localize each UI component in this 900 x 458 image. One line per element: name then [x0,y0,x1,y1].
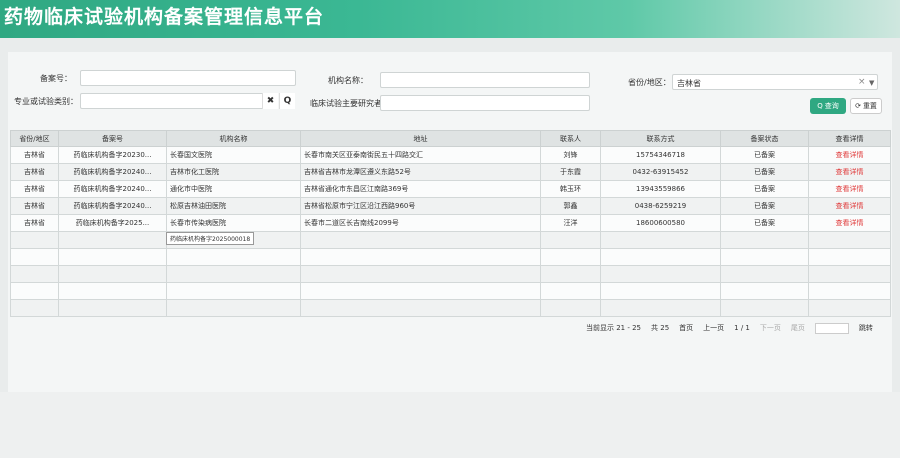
results-table: 省份/地区 备案号 机构名称 地址 联系人 联系方式 备案状态 查看详情 吉林省… [10,130,891,317]
reset-button[interactable]: ⟳ 重置 [850,98,882,114]
pager-jump-button[interactable]: 跳转 [859,323,873,333]
specialty-label: 专业或试验类别： [14,97,78,106]
cell-phone: 18600600580 [600,214,721,232]
cell-address: 长春市南关区亚泰南街民五十四路交汇 [300,146,541,164]
cell-phone: 0432-63915452 [600,163,721,181]
cell-org-name: 长春国文医院 [166,146,301,164]
cell-record-no: 药临床机构备字20230... [58,146,167,164]
region-select[interactable]: 吉林省 [672,74,878,90]
cell-address: 吉林省松原市宁江区沿江西路960号 [300,197,541,215]
clear-icon[interactable]: ✖ [262,93,278,109]
page-title: 药物临床试验机构备案管理信息平台 [4,6,325,28]
pager-next-button[interactable]: 下一页 [760,323,781,333]
table-row[interactable]: 吉林省 药临床机构备字20240... 通化市中医院 吉林省通化市东昌区江南路3… [10,180,891,198]
cell-status: 已备案 [720,214,809,232]
cell-status: 已备案 [720,180,809,198]
specialty-input[interactable] [80,93,264,109]
refresh-icon: ⟳ [855,102,861,110]
table-row[interactable]: 吉林省 药临床机构备字20240... 吉林市化工医院 吉林省吉林市龙潭区遵义东… [10,163,891,181]
empty-row [10,248,891,266]
cell-address: 长春市二道区长吉南线2099号 [300,214,541,232]
table-row[interactable]: 吉林省 药临床机构备字20230... 长春国文医院 长春市南关区亚泰南街民五十… [10,146,891,164]
pager-total: 共 25 [651,324,670,332]
col-header-org-name[interactable]: 机构名称 [166,130,301,147]
table-row[interactable]: 吉林省 药临床机构备字2025... 长春市传染病医院 长春市二道区长吉南线20… [10,214,891,232]
org-name-input[interactable] [380,72,590,88]
org-name-label: 机构名称： [328,76,368,85]
cell-contact: 汪洋 [540,214,601,232]
col-header-record-no[interactable]: 备案号 [58,130,167,147]
cell-org-name: 松原吉林油田医院 [166,197,301,215]
pager-prev-button[interactable]: 上一页 [703,323,724,333]
pager-last-button[interactable]: 尾页 [791,323,805,333]
cell-region: 吉林省 [10,180,59,198]
cell-address: 吉林省吉林市龙潭区遵义东路52号 [300,163,541,181]
region-clear-icon[interactable]: × [858,77,866,87]
table-row[interactable]: 吉林省 药临床机构备字20240... 松原吉林油田医院 吉林省松原市宁江区沿江… [10,197,891,215]
cell-status: 已备案 [720,197,809,215]
pagination: 当前显示 21 - 25 共 25 首页 上一页 1 / 1 下一页 尾页 跳转 [586,322,873,334]
col-header-address[interactable]: 地址 [300,130,541,147]
record-no-tooltip: 药临床机构备字2025000018 [166,232,255,245]
pager-jump-input[interactable] [814,322,849,334]
cell-contact: 于东霞 [540,163,601,181]
empty-row [10,299,891,317]
region-dropdown-caret-icon[interactable]: ▼ [869,79,874,87]
empty-row [10,265,891,283]
pager-page-info: 1 / 1 [734,324,750,332]
cell-contact: 刘锋 [540,146,601,164]
col-header-contact[interactable]: 联系人 [540,130,601,147]
cell-address: 吉林省通化市东昌区江南路369号 [300,180,541,198]
pager-first-button[interactable]: 首页 [679,323,693,333]
cell-phone: 13943559866 [600,180,721,198]
cell-region: 吉林省 [10,214,59,232]
region-select-value: 吉林省 [677,79,701,88]
cell-org-name: 通化市中医院 [166,180,301,198]
page-background-bottom [0,392,900,458]
view-details-link[interactable]: 查看详情 [808,180,891,198]
col-header-status[interactable]: 备案状态 [720,130,809,147]
cell-region: 吉林省 [10,197,59,215]
record-no-input[interactable] [80,70,296,86]
cell-org-name: 吉林市化工医院 [166,163,301,181]
view-details-link[interactable]: 查看详情 [808,197,891,215]
cell-region: 吉林省 [10,163,59,181]
cell-record-no: 药临床机构备字2025... [58,214,167,232]
record-no-label: 备案号： [40,74,72,83]
search-button-label: 查询 [824,102,839,110]
app-header: 药物临床试验机构备案管理信息平台 [0,0,900,38]
col-header-details: 查看详情 [808,130,891,147]
col-header-phone[interactable]: 联系方式 [600,130,721,147]
view-details-link[interactable]: 查看详情 [808,214,891,232]
empty-row [10,231,891,249]
cell-org-name: 长春市传染病医院 [166,214,301,232]
cell-phone: 15754346718 [600,146,721,164]
view-details-link[interactable]: 查看详情 [808,163,891,181]
cell-contact: 郭鑫 [540,197,601,215]
cell-record-no: 药临床机构备字20240... [58,180,167,198]
cell-phone: 0438-6259219 [600,197,721,215]
pi-name-input[interactable] [380,95,590,111]
pager-summary: 当前显示 21 - 25 [586,324,642,332]
cell-status: 已备案 [720,163,809,181]
table-header-row: 省份/地区 备案号 机构名称 地址 联系人 联系方式 备案状态 查看详情 [10,130,891,147]
search-icon: Q [817,102,823,110]
cell-record-no: 药临床机构备字20240... [58,163,167,181]
empty-row [10,282,891,300]
cell-region: 吉林省 [10,146,59,164]
cell-record-no: 药临床机构备字20240... [58,197,167,215]
cell-contact: 韩玉环 [540,180,601,198]
search-icon[interactable]: Q [279,93,295,109]
col-header-region[interactable]: 省份/地区 [10,130,59,147]
cell-status: 已备案 [720,146,809,164]
region-label: 省份/地区： [628,78,671,87]
search-button[interactable]: Q 查询 [810,98,846,114]
view-details-link[interactable]: 查看详情 [808,146,891,164]
reset-button-label: 重置 [862,102,877,110]
